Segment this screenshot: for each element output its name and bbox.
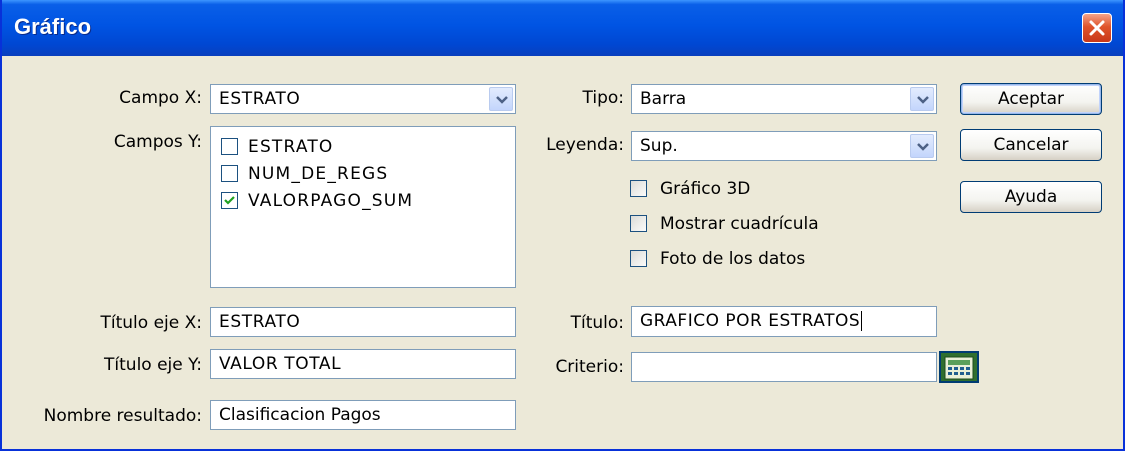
titulo-label: Título: xyxy=(570,313,624,333)
close-button[interactable] xyxy=(1082,13,1112,43)
titulo-eje-y-input[interactable]: VALOR TOTAL xyxy=(210,349,516,379)
leyenda-value: Sup. xyxy=(640,136,678,156)
tipo-value: Barra xyxy=(640,89,687,109)
estrato-checkbox[interactable] xyxy=(221,138,238,155)
num-de-regs-checkbox[interactable] xyxy=(221,165,238,182)
campo-x-select[interactable]: ESTRATO xyxy=(210,84,516,114)
campos-y-label: Campos Y: xyxy=(113,132,202,152)
mostrar-cuadricula-box[interactable] xyxy=(630,215,647,232)
title-bar[interactable]: Gráfico xyxy=(2,0,1123,56)
calculator-icon xyxy=(944,356,974,380)
leyenda-dropdown-button[interactable] xyxy=(910,134,934,158)
tipo-dropdown-button[interactable] xyxy=(910,87,934,111)
titulo-eje-x-input[interactable]: ESTRATO xyxy=(210,307,516,337)
grafico-3d-box[interactable] xyxy=(630,180,647,197)
campo-x-value: ESTRATO xyxy=(219,89,301,109)
aceptar-button[interactable]: Aceptar xyxy=(960,83,1102,115)
titulo-value: GRAFICO POR ESTRATOS xyxy=(640,311,861,331)
criterio-input[interactable] xyxy=(631,352,937,382)
campos-y-list[interactable]: ESTRATO NUM_DE_REGS VALORPAGO_SUM xyxy=(210,126,516,288)
mostrar-cuadricula-label: Mostrar cuadrícula xyxy=(660,214,819,234)
titulo-eje-y-label: Título eje Y: xyxy=(104,355,202,375)
cancelar-button[interactable]: Cancelar xyxy=(960,129,1102,161)
leyenda-label: Leyenda: xyxy=(546,135,624,155)
valorpago-sum-checkbox[interactable] xyxy=(221,192,238,209)
dialog-window: Gráfico Campo X: ESTRATO Campos Y: ESTRA… xyxy=(0,0,1125,451)
leyenda-select[interactable]: Sup. xyxy=(631,131,937,161)
chevron-down-icon xyxy=(917,96,929,104)
list-item-label: ESTRATO xyxy=(248,137,334,157)
tipo-select[interactable]: Barra xyxy=(631,84,937,114)
list-item-label: VALORPAGO_SUM xyxy=(248,191,414,211)
chevron-down-icon xyxy=(496,96,508,104)
chevron-down-icon xyxy=(917,143,929,151)
campo-x-label: Campo X: xyxy=(119,88,202,108)
close-icon xyxy=(1089,20,1105,36)
criterio-label: Criterio: xyxy=(555,357,624,377)
foto-datos-box[interactable] xyxy=(630,250,647,267)
ayuda-button[interactable]: Ayuda xyxy=(960,181,1102,213)
text-caret xyxy=(861,311,863,331)
tipo-label: Tipo: xyxy=(582,88,624,108)
grafico-3d-label: Gráfico 3D xyxy=(660,179,751,199)
foto-datos-label: Foto de los datos xyxy=(660,249,806,269)
expression-builder-button[interactable] xyxy=(939,351,979,383)
nombre-resultado-input[interactable]: Clasificacion Pagos xyxy=(210,400,516,430)
campo-x-dropdown-button[interactable] xyxy=(489,87,513,111)
nombre-resultado-label: Nombre resultado: xyxy=(43,406,202,426)
titulo-eje-x-label: Título eje X: xyxy=(100,313,203,333)
check-icon xyxy=(224,196,235,205)
titulo-input[interactable]: GRAFICO POR ESTRATOS xyxy=(631,306,937,337)
window-title: Gráfico xyxy=(14,14,92,39)
list-item-label: NUM_DE_REGS xyxy=(248,164,389,184)
